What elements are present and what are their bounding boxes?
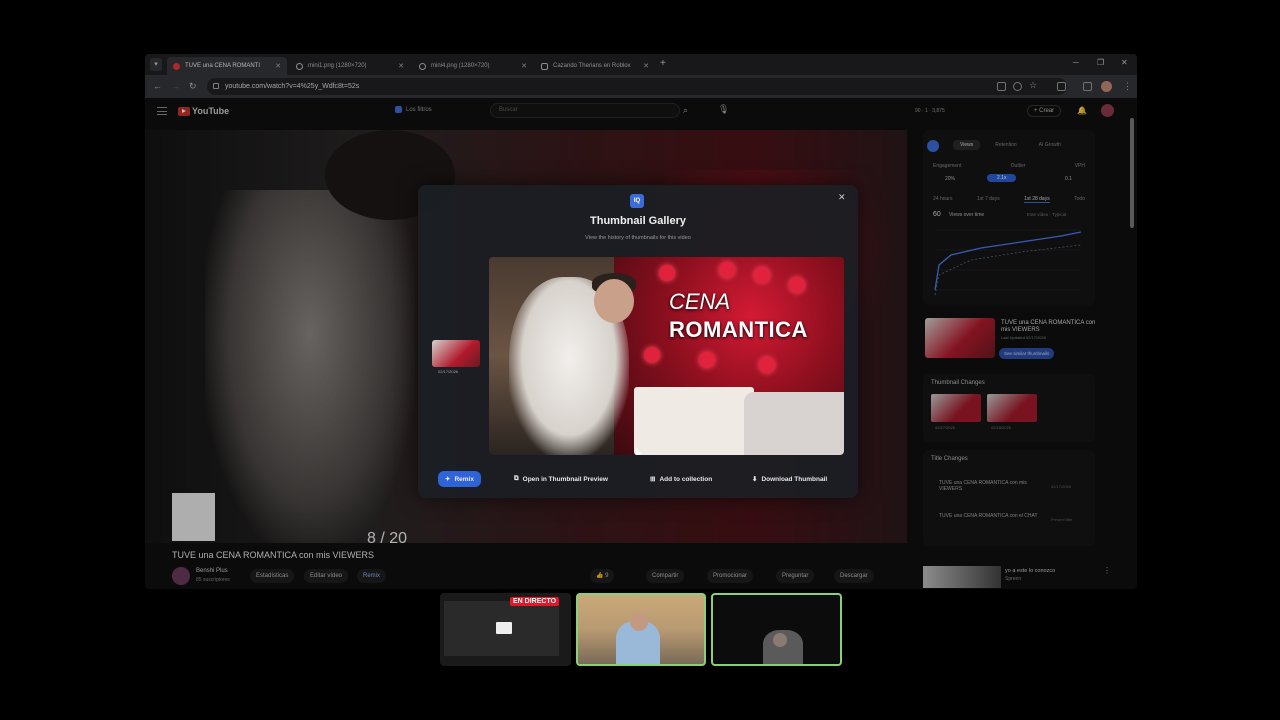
webcam-feed-1[interactable]	[576, 593, 706, 666]
heart-balloon-icon	[699, 352, 715, 368]
live-badge: EN DIRECTO	[510, 597, 560, 606]
history-thumbnail-date: 02/17/2026	[438, 369, 459, 374]
heart-balloon-icon	[659, 265, 675, 281]
heart-balloon-icon	[644, 347, 660, 363]
thumbnail-person-face	[594, 279, 634, 323]
thumbnail-gallery-modal: IQ ✕ Thumbnail Gallery View the history …	[418, 185, 858, 498]
thumbnail-text-line-1: CENA	[669, 289, 731, 314]
history-thumbnail[interactable]	[432, 340, 480, 367]
browser-window: ▾ TUVE una CENA ROMANTI ✕ mini1.png (128…	[145, 54, 1137, 589]
collection-icon: ⊞	[650, 476, 656, 483]
heart-balloon-icon	[719, 262, 735, 278]
close-icon[interactable]: ✕	[838, 192, 846, 203]
heart-balloon-icon	[754, 267, 770, 283]
thumbnail-table	[634, 387, 754, 455]
modal-subtitle: View the history of thumbnails for this …	[585, 235, 691, 241]
stream-preview-screen[interactable]: EN DIRECTO	[440, 593, 571, 666]
sparkle-icon: ✦	[445, 476, 451, 483]
add-to-collection-button[interactable]: ⊞ Add to collection	[650, 471, 712, 487]
modal-title: Thumbnail Gallery	[590, 215, 686, 227]
webcam-person-head	[773, 633, 787, 647]
extension-logo-icon: IQ	[630, 194, 644, 208]
download-thumbnail-button[interactable]: ⬇ Download Thumbnail	[752, 471, 827, 487]
webcam-feed-2[interactable]	[711, 593, 842, 666]
open-preview-icon: ⧉	[514, 475, 519, 482]
thumbnail-preview: CENA ROMANTICA	[489, 257, 844, 455]
heart-balloon-icon	[789, 277, 805, 293]
thumbnail-bed	[744, 392, 844, 455]
heart-balloon-icon	[759, 357, 775, 373]
open-preview-button[interactable]: ⧉ Open in Thumbnail Preview	[514, 471, 608, 487]
presentation-icon	[496, 622, 512, 634]
download-icon: ⬇	[752, 476, 758, 483]
thumbnail-text-line-2: ROMANTICA	[669, 317, 808, 342]
webcam-person-head	[630, 613, 648, 631]
remix-button[interactable]: ✦ Remix	[438, 471, 481, 487]
